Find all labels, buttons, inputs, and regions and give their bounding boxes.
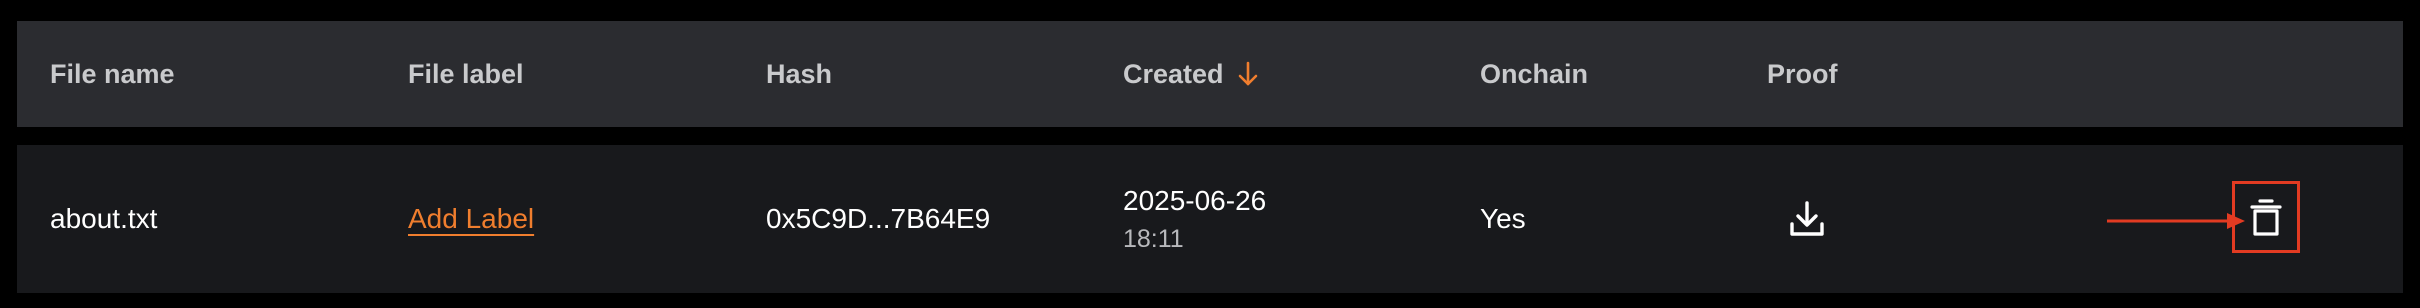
column-header-label: Onchain (1480, 58, 1589, 89)
created-date: 2025-06-26 (1123, 185, 1267, 217)
hash-cell: 0x5C9D...7B64E9 (766, 145, 990, 293)
add-label-link[interactable]: Add Label (408, 203, 534, 235)
created-cell: 2025-06-26 18:11 (1123, 145, 1266, 293)
delete-button[interactable] (2232, 181, 2300, 253)
column-header-label: Hash (766, 58, 833, 89)
column-header-label: File label (408, 58, 524, 89)
files-table: File name File label Hash Created Onchai… (17, 21, 2403, 293)
column-header-proof[interactable]: Proof (1767, 21, 1838, 127)
table-row: about.txt Add Label 0x5C9D...7B64E9 2025… (17, 145, 2403, 293)
table-header: File name File label Hash Created Onchai… (17, 21, 2403, 127)
trash-icon (2250, 197, 2282, 237)
file-label-cell: Add Label (408, 145, 534, 293)
column-header-label: Proof (1767, 58, 1838, 89)
download-icon[interactable] (1787, 199, 1827, 239)
file-name: about.txt (50, 203, 158, 234)
column-header-label: Created (1123, 58, 1224, 89)
column-header-label: File name (50, 58, 175, 89)
onchain-cell: Yes (1480, 145, 1526, 293)
proof-cell (1767, 145, 1827, 293)
column-header-file-label[interactable]: File label (408, 21, 524, 127)
sort-descending-arrow-icon[interactable] (1236, 60, 1260, 88)
hash-value: 0x5C9D...7B64E9 (766, 203, 991, 234)
file-name-cell: about.txt (50, 145, 157, 293)
created-time: 18:11 (1123, 224, 1184, 253)
column-header-file-name[interactable]: File name (50, 21, 175, 127)
column-header-hash[interactable]: Hash (766, 21, 832, 127)
column-header-onchain[interactable]: Onchain (1480, 21, 1588, 127)
column-header-created[interactable]: Created (1123, 21, 1260, 127)
onchain-status: Yes (1480, 203, 1526, 234)
pointer-arrow-icon (2107, 208, 2247, 232)
